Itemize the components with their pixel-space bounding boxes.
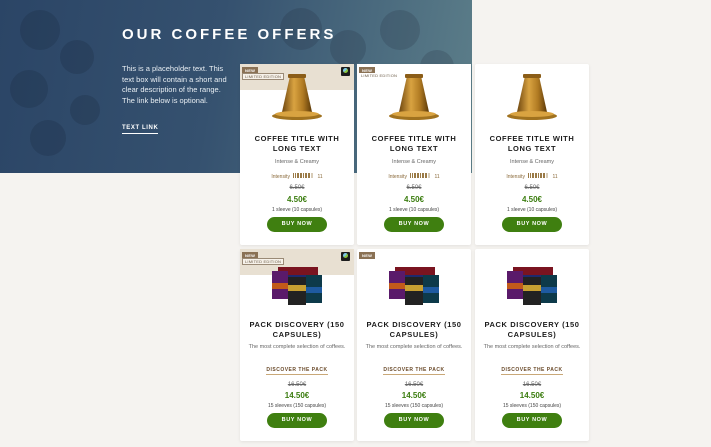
hero-description: This is a placeholder text. This text bo… — [122, 64, 227, 105]
current-price: 14.50€ — [519, 391, 545, 400]
coffee-card-2[interactable]: NEW LIMITED EDITION COFFEE TITLE WITH LO… — [357, 64, 471, 245]
product-subtitle: Intense & Creamy — [509, 159, 555, 165]
pack-card-3[interactable]: PACK DISCOVERY (150 CAPSULES) The most c… — [475, 249, 589, 441]
intensity-indicator: Intensity 11 — [357, 173, 471, 180]
product-description: The most complete selection of coffees. — [365, 344, 463, 350]
current-price: 4.50€ — [403, 195, 425, 204]
discover-pack-label[interactable]: DISCOVER THE PACK — [383, 367, 445, 375]
intensity-indicator: Intensity 11 — [475, 173, 589, 180]
old-price: 6.50€ — [289, 185, 305, 191]
hero-title: OUR COFFEE OFFERS — [122, 26, 337, 43]
coffee-capsule-image — [272, 74, 322, 120]
product-subtitle: Intense & Creamy — [274, 159, 320, 165]
intensity-value: 11 — [552, 173, 558, 180]
current-price: 14.50€ — [401, 391, 427, 400]
buy-now-button[interactable]: BUY NOW — [384, 217, 444, 232]
new-badge: NEW — [359, 252, 376, 259]
product-title: COFFEE TITLE WITH LONG TEXT — [254, 134, 340, 153]
quantity-label: 15 sleeves (150 capsules) — [267, 403, 327, 409]
quantity-label: 15 sleeves (150 capsules) — [502, 403, 562, 409]
discover-pack-link[interactable]: DISCOVER THE PACK — [357, 367, 471, 375]
intensity-label: Intensity — [388, 173, 407, 180]
discover-pack-link[interactable]: DISCOVER THE PACK — [475, 367, 589, 375]
buy-now-button[interactable]: BUY NOW — [267, 217, 327, 232]
old-price: 6.50€ — [406, 185, 422, 191]
coffee-card-3[interactable]: COFFEE TITLE WITH LONG TEXT Intense & Cr… — [475, 64, 589, 245]
coffee-card-1[interactable]: NEW LIMITED EDITION COFFEE TITLE WITH LO… — [240, 64, 354, 245]
old-price: 16.50€ — [287, 382, 307, 388]
quantity-label: 1 sleeve (10 capsules) — [271, 207, 323, 213]
product-title: COFFEE TITLE WITH LONG TEXT — [371, 134, 457, 153]
fairtrade-icon — [341, 67, 350, 76]
old-price: 16.50€ — [404, 382, 424, 388]
intensity-bars — [528, 173, 549, 180]
intensity-bars — [293, 173, 314, 180]
buy-now-button[interactable]: BUY NOW — [267, 413, 327, 428]
product-title: COFFEE TITLE WITH LONG TEXT — [489, 134, 575, 153]
product-subtitle: Intense & Creamy — [391, 159, 437, 165]
product-title: PACK DISCOVERY (150 CAPSULES) — [484, 320, 580, 339]
coffee-capsule-image — [389, 74, 439, 120]
old-price: 16.50€ — [522, 382, 542, 388]
intensity-bars — [410, 173, 431, 180]
buy-now-button[interactable]: BUY NOW — [502, 413, 562, 428]
intensity-label: Intensity — [271, 173, 290, 180]
pack-card-2[interactable]: NEW PACK DISCOVERY (150 CAPSULES) The mo… — [357, 249, 471, 441]
capsule-pack-image — [389, 267, 439, 305]
current-price: 14.50€ — [284, 391, 310, 400]
product-description: The most complete selection of coffees. — [483, 344, 581, 350]
intensity-value: 11 — [317, 173, 323, 180]
quantity-label: 15 sleeves (150 capsules) — [384, 403, 444, 409]
product-title: PACK DISCOVERY (150 CAPSULES) — [249, 320, 345, 339]
fairtrade-icon — [341, 252, 350, 261]
intensity-value: 11 — [434, 173, 440, 180]
coffee-capsule-image — [507, 74, 557, 120]
product-description: The most complete selection of coffees. — [248, 344, 346, 350]
intensity-label: Intensity — [506, 173, 525, 180]
current-price: 4.50€ — [286, 195, 308, 204]
pack-card-1[interactable]: NEW LIMITED EDITION PACK DISCOVERY (150 … — [240, 249, 354, 441]
discover-pack-label[interactable]: DISCOVER THE PACK — [501, 367, 563, 375]
quantity-label: 1 sleeve (10 capsules) — [506, 207, 558, 213]
discover-pack-link[interactable]: DISCOVER THE PACK — [240, 367, 354, 375]
buy-now-button[interactable]: BUY NOW — [384, 413, 444, 428]
product-title: PACK DISCOVERY (150 CAPSULES) — [366, 320, 462, 339]
buy-now-button[interactable]: BUY NOW — [502, 217, 562, 232]
current-price: 4.50€ — [521, 195, 543, 204]
discover-pack-label[interactable]: DISCOVER THE PACK — [266, 367, 328, 375]
capsule-pack-image — [507, 267, 557, 305]
old-price: 6.50€ — [524, 185, 540, 191]
quantity-label: 1 sleeve (10 capsules) — [388, 207, 440, 213]
hero-text-link[interactable]: TEXT LINK — [122, 125, 159, 134]
capsule-pack-image — [272, 267, 322, 305]
intensity-indicator: Intensity 11 — [240, 173, 354, 180]
